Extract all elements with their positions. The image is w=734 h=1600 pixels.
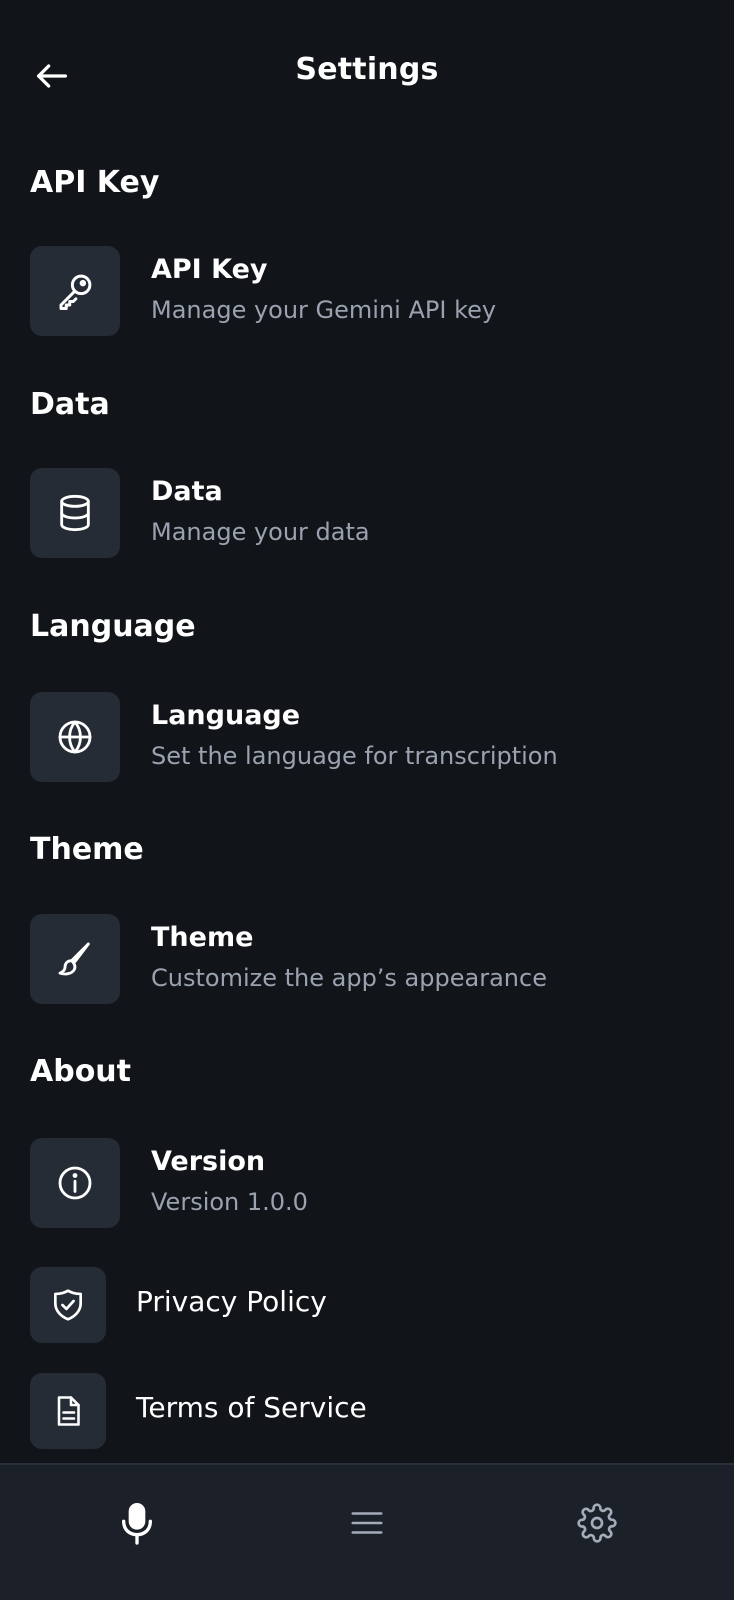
- item-title: API Key: [151, 254, 268, 285]
- settings-screen: Settings API Key API Key Manage your Gem…: [0, 0, 734, 1600]
- menu-icon: [351, 1512, 383, 1534]
- section-title-theme: Theme: [30, 832, 144, 867]
- item-title: Version: [151, 1146, 266, 1177]
- icon-box: [30, 246, 120, 336]
- info-icon: [58, 1166, 92, 1200]
- item-title: Language: [151, 700, 301, 731]
- item-subtitle: Customize the app’s appearance: [151, 964, 547, 992]
- icon-box: [30, 692, 120, 782]
- document-icon: [57, 1396, 80, 1426]
- bottom-navigation: [0, 1463, 734, 1600]
- shield-check-icon: [53, 1289, 83, 1321]
- settings-item-language[interactable]: Language Set the language for transcript…: [30, 692, 710, 782]
- item-title: Data: [151, 476, 223, 507]
- icon-box: [30, 1373, 106, 1449]
- icon-box: [30, 468, 120, 558]
- paintbrush-icon: [58, 942, 90, 976]
- section-title-api-key: API Key: [30, 165, 160, 200]
- page-title: Settings: [295, 52, 439, 87]
- icon-box: [30, 914, 120, 1004]
- icon-box: [30, 1138, 120, 1228]
- nav-record[interactable]: [107, 1493, 167, 1553]
- item-subtitle: Manage your Gemini API key: [151, 296, 497, 324]
- privacy-policy-label: Privacy Policy: [136, 1285, 327, 1318]
- microphone-icon: [122, 1503, 152, 1545]
- settings-item-api-key[interactable]: API Key Manage your Gemini API key: [30, 246, 710, 336]
- terms-of-service-label: Terms of Service: [136, 1391, 367, 1424]
- section-title-about: About: [30, 1054, 132, 1089]
- terms-of-service-link[interactable]: Terms of Service: [30, 1373, 710, 1449]
- gear-icon: [577, 1503, 617, 1543]
- globe-icon: [58, 720, 92, 754]
- database-icon: [60, 494, 90, 532]
- privacy-policy-link[interactable]: Privacy Policy: [30, 1267, 710, 1343]
- icon-box: [30, 1267, 106, 1343]
- section-title-data: Data: [30, 387, 110, 422]
- item-subtitle: Version 1.0.0: [151, 1188, 308, 1216]
- item-subtitle: Manage your data: [151, 518, 370, 546]
- header: Settings: [0, 0, 734, 150]
- settings-item-theme[interactable]: Theme Customize the app’s appearance: [30, 914, 710, 1004]
- item-title: Theme: [151, 922, 254, 953]
- key-icon: [59, 274, 92, 310]
- nav-history[interactable]: [337, 1493, 397, 1553]
- settings-item-data[interactable]: Data Manage your data: [30, 468, 710, 558]
- item-subtitle: Set the language for transcription: [151, 742, 558, 770]
- settings-item-version[interactable]: Version Version 1.0.0: [30, 1138, 710, 1228]
- section-title-language: Language: [30, 609, 196, 644]
- nav-settings[interactable]: [567, 1493, 627, 1553]
